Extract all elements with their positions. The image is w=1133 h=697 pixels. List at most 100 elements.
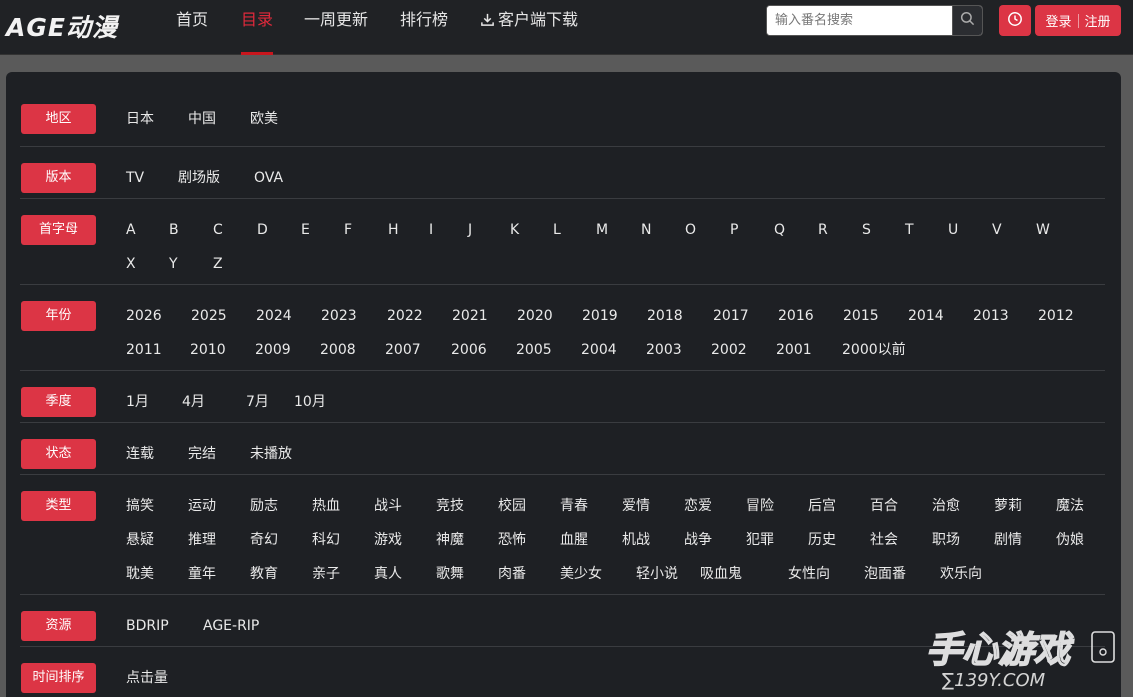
filter-option[interactable]: 歌舞 (436, 565, 464, 583)
filter-option[interactable]: 2022 (387, 307, 423, 325)
filter-option[interactable]: 运动 (188, 497, 216, 515)
nav-client-download[interactable]: 客户端下载 (480, 10, 578, 55)
filter-option[interactable]: 2010 (190, 341, 226, 359)
filter-option[interactable]: 游戏 (374, 531, 402, 549)
filter-option[interactable]: 4月 (182, 393, 205, 411)
filter-option[interactable]: 伪娘 (1056, 531, 1084, 549)
login-button[interactable]: 登录 (1045, 11, 1071, 30)
filter-option[interactable]: 冒险 (746, 497, 774, 515)
filter-option[interactable]: 血腥 (560, 531, 588, 549)
filter-option[interactable]: A (126, 221, 136, 239)
filter-option[interactable]: 推理 (188, 531, 216, 549)
filter-option[interactable]: 2016 (778, 307, 814, 325)
filter-option[interactable]: 校园 (498, 497, 526, 515)
filter-option[interactable]: 日本 (126, 110, 154, 128)
filter-option[interactable]: 吸血鬼 (700, 565, 742, 583)
filter-option[interactable]: 爱情 (622, 497, 650, 515)
filter-option[interactable]: 2007 (385, 341, 421, 359)
filter-option[interactable]: 2025 (191, 307, 227, 325)
filter-option[interactable]: 热血 (312, 497, 340, 515)
filter-option[interactable]: 竞技 (436, 497, 464, 515)
filter-option[interactable]: 亲子 (312, 565, 340, 583)
site-logo[interactable]: AGE动漫 (6, 8, 118, 44)
filter-option[interactable]: X (126, 255, 136, 273)
filter-option[interactable]: 战争 (684, 531, 712, 549)
filter-option[interactable]: 百合 (870, 497, 898, 515)
filter-option[interactable]: 2006 (451, 341, 487, 359)
nav-ranking[interactable]: 排行榜 (400, 10, 448, 55)
filter-option[interactable]: 泡面番 (864, 565, 906, 583)
filter-option[interactable]: W (1036, 221, 1050, 239)
filter-option[interactable]: BDRIP (126, 617, 169, 635)
filter-option[interactable]: 悬疑 (126, 531, 154, 549)
filter-option[interactable]: 2011 (126, 341, 162, 359)
filter-option[interactable]: I (429, 221, 433, 239)
filter-option[interactable]: 1月 (126, 393, 149, 411)
nav-home[interactable]: 首页 (176, 10, 208, 55)
filter-option[interactable]: 2019 (582, 307, 618, 325)
filter-option[interactable]: 神魔 (436, 531, 464, 549)
register-button[interactable]: 注册 (1085, 11, 1111, 30)
filter-option[interactable]: 2000以前 (842, 341, 906, 359)
filter-option[interactable]: 治愈 (932, 497, 960, 515)
filter-option[interactable]: 2018 (647, 307, 683, 325)
filter-option[interactable]: 社会 (870, 531, 898, 549)
filter-option[interactable]: 2014 (908, 307, 944, 325)
filter-option[interactable]: D (257, 221, 268, 239)
filter-option[interactable]: 7月 (246, 393, 269, 411)
filter-option[interactable]: 10月 (294, 393, 326, 411)
filter-option[interactable]: 职场 (932, 531, 960, 549)
filter-option[interactable]: 2024 (256, 307, 292, 325)
filter-option[interactable]: 2012 (1038, 307, 1074, 325)
filter-option[interactable]: 教育 (250, 565, 278, 583)
filter-option[interactable]: 轻小说 (636, 565, 678, 583)
filter-option[interactable]: L (553, 221, 561, 239)
filter-option[interactable]: N (641, 221, 651, 239)
filter-option[interactable]: 2005 (516, 341, 552, 359)
filter-option[interactable]: 魔法 (1056, 497, 1084, 515)
filter-option[interactable]: 青春 (560, 497, 588, 515)
filter-option[interactable]: 搞笑 (126, 497, 154, 515)
search-input[interactable] (767, 6, 952, 35)
filter-option[interactable]: U (948, 221, 958, 239)
filter-option[interactable]: 完结 (188, 445, 216, 463)
filter-option[interactable]: B (169, 221, 179, 239)
filter-option[interactable]: 科幻 (312, 531, 340, 549)
search-button[interactable] (952, 6, 982, 35)
filter-option[interactable]: 历史 (808, 531, 836, 549)
filter-option[interactable]: 点击量 (126, 669, 168, 687)
filter-option[interactable]: 未播放 (250, 445, 292, 463)
filter-option[interactable]: 2009 (255, 341, 291, 359)
filter-option[interactable]: 连载 (126, 445, 154, 463)
filter-option[interactable]: 耽美 (126, 565, 154, 583)
filter-option[interactable]: 后宫 (808, 497, 836, 515)
nav-weekly-update[interactable]: 一周更新 (304, 10, 368, 55)
filter-option[interactable]: C (213, 221, 223, 239)
filter-option[interactable]: 战斗 (374, 497, 402, 515)
filter-option[interactable]: F (344, 221, 352, 239)
filter-option[interactable]: E (301, 221, 310, 239)
filter-option[interactable]: K (510, 221, 519, 239)
filter-option[interactable]: AGE-RIP (203, 617, 259, 635)
nav-catalog[interactable]: 目录 (241, 10, 274, 55)
filter-option[interactable]: H (388, 221, 399, 239)
filter-option[interactable]: Z (213, 255, 223, 273)
filter-option[interactable]: 童年 (188, 565, 216, 583)
filter-option[interactable]: 机战 (622, 531, 650, 549)
filter-option[interactable]: 2021 (452, 307, 488, 325)
filter-option[interactable]: 励志 (250, 497, 278, 515)
filter-option[interactable]: 2008 (320, 341, 356, 359)
filter-option[interactable]: R (818, 221, 828, 239)
filter-option[interactable]: 2017 (713, 307, 749, 325)
filter-option[interactable]: 恐怖 (498, 531, 526, 549)
filter-option[interactable]: 2002 (711, 341, 747, 359)
filter-option[interactable]: 女性向 (788, 565, 830, 583)
filter-option[interactable]: 2004 (581, 341, 617, 359)
filter-option[interactable]: 真人 (374, 565, 402, 583)
filter-option[interactable]: 奇幻 (250, 531, 278, 549)
filter-option[interactable]: 2015 (843, 307, 879, 325)
filter-option[interactable]: 犯罪 (746, 531, 774, 549)
filter-option[interactable]: T (905, 221, 914, 239)
filter-option[interactable]: V (992, 221, 1002, 239)
history-button[interactable] (999, 5, 1031, 36)
